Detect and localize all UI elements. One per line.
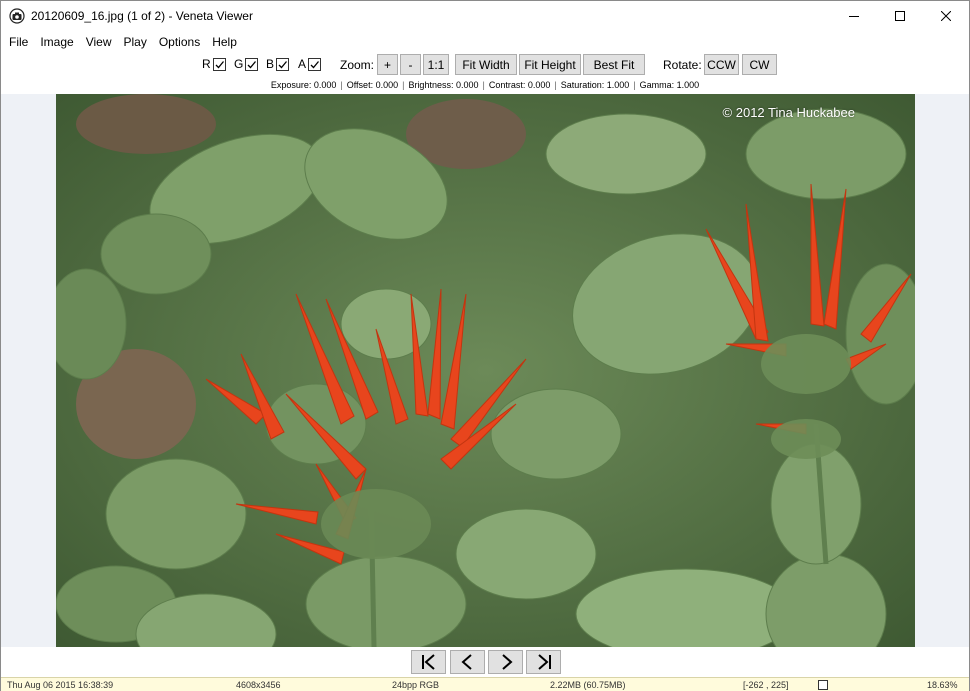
camera-app-icon [9, 8, 25, 24]
last-image-icon [537, 654, 551, 670]
status-color-swatch [818, 680, 828, 690]
menu-image[interactable]: Image [34, 32, 79, 52]
rotate-cw-button[interactable]: CW [742, 54, 777, 75]
checkmark-icon[interactable] [276, 57, 290, 71]
rotate-ccw-button[interactable]: CCW [704, 54, 739, 75]
previous-image-icon [460, 654, 472, 670]
contrast-value: Contrast: 0.000 [488, 80, 551, 90]
menu-play[interactable]: Play [118, 32, 153, 52]
channel-r-label: R [202, 57, 211, 71]
fit-height-button[interactable]: Fit Height [519, 54, 581, 75]
maximize-button[interactable] [877, 1, 923, 31]
status-dimensions: 4608x3456 [236, 680, 281, 690]
channel-a-label: A [298, 57, 307, 71]
brightness-value: Brightness: 0.000 [408, 80, 479, 90]
saturation-value: Saturation: 1.000 [560, 80, 630, 90]
first-image-icon [421, 654, 435, 670]
channel-g-label: G [234, 57, 244, 71]
menu-bar: File Image View Play Options Help [1, 32, 969, 52]
channel-b-label: B [266, 57, 275, 71]
zoom-actual-size-button[interactable]: 1:1 [423, 54, 449, 75]
next-image-button[interactable] [488, 650, 523, 674]
image-viewport[interactable]: © 2012 Tina Huckabee [1, 94, 969, 647]
status-bar: Thu Aug 06 2015 16:38:39 4608x3456 24bpp… [1, 677, 969, 691]
checkmark-icon[interactable] [308, 57, 322, 71]
app-window: 20120609_16.jpg (1 of 2) - Veneta Viewer… [0, 0, 970, 691]
menu-view[interactable]: View [80, 32, 118, 52]
status-filesize: 2.22MB (60.75MB) [550, 680, 626, 690]
channel-r-checkbox[interactable]: R [202, 57, 226, 71]
channel-a-checkbox[interactable]: A [298, 57, 322, 71]
minimize-button[interactable] [831, 1, 877, 31]
exposure-value: Exposure: 0.000 [270, 80, 337, 90]
zoom-out-button[interactable]: - [400, 54, 421, 75]
status-zoom: 18.63% [927, 680, 958, 690]
offset-value: Offset: 0.000 [346, 80, 399, 90]
title-bar[interactable]: 20120609_16.jpg (1 of 2) - Veneta Viewer [1, 1, 969, 31]
zoom-in-button[interactable]: + [377, 54, 398, 75]
rotate-label: Rotate: [663, 58, 702, 72]
minimize-icon [849, 16, 859, 17]
gamma-value: Gamma: 1.000 [639, 80, 700, 90]
flower-photo [56, 94, 915, 647]
navigation-bar [1, 647, 969, 677]
checkmark-icon[interactable] [212, 57, 226, 71]
status-format: 24bpp RGB [392, 680, 440, 690]
status-cursor-position: [-262 , 225] [743, 680, 789, 690]
close-button[interactable] [923, 1, 969, 31]
previous-image-button[interactable] [450, 650, 485, 674]
copyright-watermark: © 2012 Tina Huckabee [722, 105, 855, 120]
close-icon [941, 11, 951, 21]
checkmark-icon[interactable] [245, 57, 259, 71]
first-image-button[interactable] [411, 650, 446, 674]
menu-options[interactable]: Options [153, 32, 206, 52]
status-datetime: Thu Aug 06 2015 16:38:39 [7, 680, 114, 690]
maximize-icon [895, 11, 905, 21]
last-image-button[interactable] [526, 650, 561, 674]
photo[interactable]: © 2012 Tina Huckabee [56, 94, 915, 647]
window-title: 20120609_16.jpg (1 of 2) - Veneta Viewer [31, 9, 253, 23]
zoom-label: Zoom: [340, 58, 375, 72]
best-fit-button[interactable]: Best Fit [583, 54, 645, 75]
menu-help[interactable]: Help [206, 32, 243, 52]
toolbar: R G B A Zoom: + - 1:1 Fit Width Fit Heig… [1, 52, 969, 78]
adjustments-bar: Exposure: 0.000 | Offset: 0.000 | Brightness… [270, 80, 700, 90]
next-image-icon [501, 654, 513, 670]
fit-width-button[interactable]: Fit Width [455, 54, 517, 75]
channel-b-checkbox[interactable]: B [266, 57, 290, 71]
channel-g-checkbox[interactable]: G [234, 57, 259, 71]
menu-file[interactable]: File [3, 32, 34, 52]
